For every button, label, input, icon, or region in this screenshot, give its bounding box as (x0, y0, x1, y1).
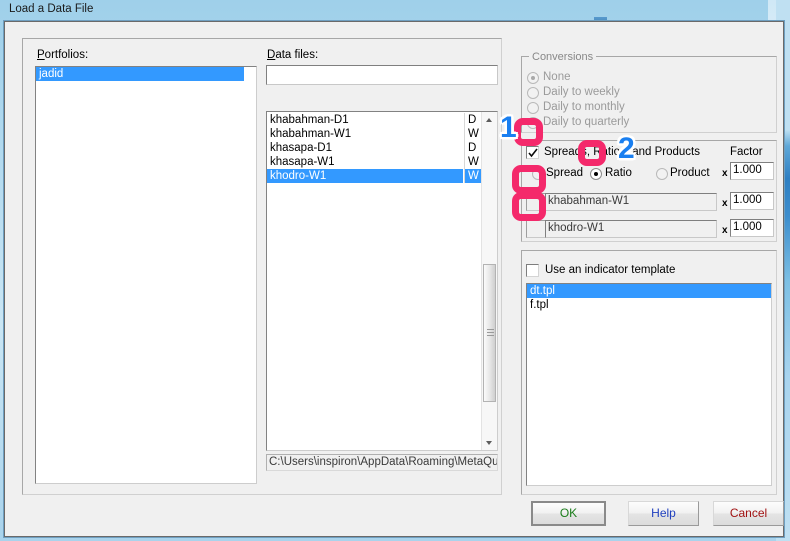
scroll-up-arrow-icon[interactable] (482, 112, 497, 127)
scrollbar-grip-icon (487, 329, 494, 337)
radio-label-spread: Spread (546, 167, 584, 179)
data-files-scrollbar[interactable] (481, 112, 497, 450)
scroll-down-arrow-icon[interactable] (482, 435, 497, 450)
data-file-path: C:\Users\inspiron\AppData\Roaming\MetaQu… (266, 454, 498, 471)
spreads-checkbox[interactable] (526, 146, 539, 159)
table-row[interactable]: khasapa-W1 (267, 155, 463, 169)
factor-input-row-2[interactable]: 1.000 (730, 219, 774, 237)
multiply-symbol-row-2: x (722, 225, 728, 236)
load-data-file-dialog: Portfolios: jadid Data files: khabahman-… (3, 20, 785, 538)
radio-ratio[interactable] (590, 168, 602, 180)
table-cell-period: W (468, 156, 479, 168)
indicator-template-checkbox-label: Use an indicator template (545, 264, 676, 276)
scrollbar-thumb[interactable] (483, 264, 496, 402)
indicator-template-checkbox[interactable] (526, 264, 539, 277)
radio-dot-icon (531, 76, 535, 80)
portfolios-label: Portfolios: (37, 49, 89, 61)
data-files-period-column: D W D W W (464, 113, 482, 183)
table-cell-period: W (468, 128, 479, 140)
radio-label-product: Product (670, 167, 710, 179)
factor-input-row-1[interactable]: 1.000 (730, 192, 774, 210)
window-title: Load a Data File (9, 3, 94, 15)
spread-symbol-input-1[interactable]: khabahman-W1 (545, 193, 717, 211)
table-row[interactable]: khasapa-D1 (267, 141, 463, 155)
spreads-checkbox-label: Spreads, Ratios, and Products (544, 146, 700, 158)
factor-column-header: Factor (730, 146, 763, 158)
radio-label-ratio: Ratio (605, 167, 632, 179)
radio-label-conversion-none: None (543, 71, 571, 83)
multiply-symbol-mode: x (722, 168, 728, 179)
radio-conversion-daily-monthly (527, 102, 539, 114)
data-files-label-rest: ata files: (275, 49, 319, 61)
ok-button[interactable]: OK (531, 501, 606, 526)
list-item[interactable]: dt.tpl (527, 284, 771, 298)
radio-label-conversion-daily-monthly: Daily to monthly (543, 101, 625, 113)
dialog-client-area: Portfolios: jadid Data files: khabahman-… (4, 21, 784, 537)
portfolios-label-rest: ortfolios: (44, 49, 89, 61)
data-files-filter-input[interactable] (266, 65, 498, 85)
radio-conversion-daily-quarterly (527, 117, 539, 129)
table-cell-period: D (468, 114, 477, 126)
table-cell-period: W (465, 169, 482, 183)
help-button[interactable]: Help (628, 501, 699, 526)
portfolios-listbox[interactable]: jadid (35, 66, 257, 484)
factor-input-mode[interactable]: 1.000 (730, 162, 774, 180)
radio-product[interactable] (656, 168, 668, 180)
list-item[interactable]: jadid (36, 67, 244, 81)
radio-spread[interactable] (532, 168, 544, 180)
indicator-template-listbox[interactable]: dt.tpl f.tpl (526, 283, 772, 486)
data-files-listbox[interactable]: khabahman-D1 khabahman-W1 khasapa-D1 kha… (266, 111, 498, 451)
table-row[interactable]: khodro-W1 (267, 169, 463, 183)
list-item[interactable]: f.tpl (527, 298, 771, 312)
table-row[interactable]: khabahman-D1 (267, 113, 463, 127)
data-files-label: Data files: (267, 49, 319, 61)
radio-conversion-none (527, 72, 539, 84)
radio-label-conversion-daily-weekly: Daily to weekly (543, 86, 620, 98)
table-cell-period: D (468, 142, 477, 154)
conversions-group-title: Conversions (529, 51, 597, 63)
radio-label-conversion-daily-quarterly: Daily to quarterly (543, 116, 630, 128)
multiply-symbol-row-1: x (722, 198, 728, 209)
checkmark-icon (528, 148, 538, 158)
spread-symbol-input-2[interactable]: khodro-W1 (545, 220, 717, 238)
data-files-name-column: khabahman-D1 khabahman-W1 khasapa-D1 kha… (267, 113, 463, 183)
table-row[interactable]: khabahman-W1 (267, 127, 463, 141)
radio-dot-icon (594, 172, 598, 176)
cancel-button[interactable]: Cancel (713, 501, 784, 526)
radio-conversion-daily-weekly (527, 87, 539, 99)
